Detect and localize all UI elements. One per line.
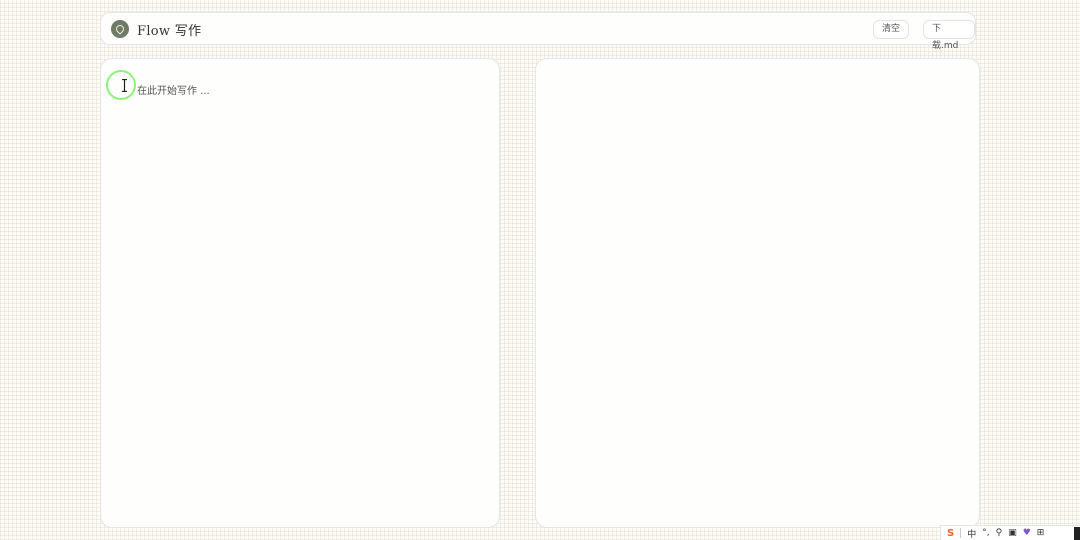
download-md-button[interactable]: 下载.md <box>923 20 975 51</box>
sogou-s-icon[interactable]: S <box>947 528 954 539</box>
app-header: Flow 写作 清空 下载.md <box>100 12 976 51</box>
editor-textarea[interactable] <box>109 67 491 519</box>
skin-icon[interactable]: ♥ <box>1023 528 1031 538</box>
system-tray: S 中 °, ⚲ ▣ ♥ ⊞ <box>940 525 1080 540</box>
grid-icon[interactable]: ⊞ <box>1037 528 1045 538</box>
tray-divider <box>960 528 962 538</box>
keyboard-icon[interactable]: ▣ <box>1008 528 1017 538</box>
app-title: Flow 写作 <box>137 24 202 39</box>
toolbox-icon[interactable] <box>1074 526 1080 540</box>
editor-panel <box>100 58 500 528</box>
mic-icon[interactable]: ⚲ <box>996 528 1003 538</box>
chinese-input-icon[interactable]: 中 <box>967 527 976 540</box>
app-logo-icon <box>111 20 129 38</box>
punctuation-icon[interactable]: °, <box>982 528 989 538</box>
preview-panel <box>535 58 980 528</box>
clear-button[interactable]: 清空 <box>873 20 910 39</box>
